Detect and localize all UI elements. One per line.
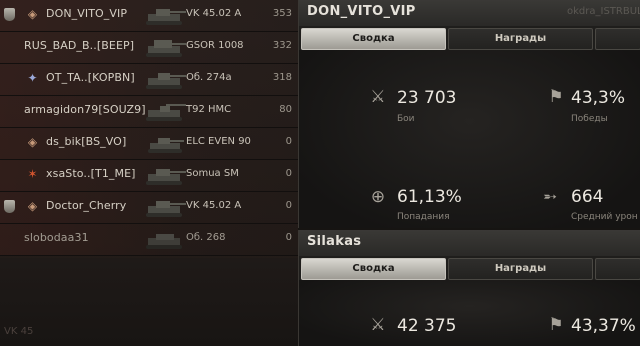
tank-icon	[146, 9, 186, 25]
panel-header: Silakas	[299, 230, 640, 256]
player-name: xsaSto..[T1_ME]	[46, 167, 136, 180]
tank-name: VK 45.02 A	[186, 8, 242, 19]
tank-icon	[146, 73, 186, 89]
battles-label: Бои	[397, 114, 415, 124]
panel-title: DON_VITO_VIP	[307, 4, 416, 19]
damage-value: 664	[571, 187, 604, 207]
roster-row[interactable]: ✦ OT_TA..[KOPBN] Об. 274a 318	[0, 64, 298, 96]
player-stats-panel: Silakas Сводка Награды ⚔ 42 375 ⚑ 43,37%	[298, 230, 640, 346]
player-score: 80	[279, 104, 292, 115]
panel-title: Silakas	[307, 234, 362, 249]
tank-icon	[146, 234, 182, 249]
roster-row[interactable]: ◈ Doctor_Cherry VK 45.02 A 0	[0, 192, 298, 224]
hits-value: 61,13%	[397, 187, 462, 207]
player-score: 0	[285, 200, 292, 211]
hits-label: Попадания	[397, 212, 450, 222]
platoon-shield-icon	[4, 200, 15, 213]
ghost-text: VK 45	[4, 326, 34, 337]
player-name: DON_VITO_VIP	[46, 7, 128, 20]
roster-row[interactable]: RUS_BAD_B..[BEEP] GSOR 1008 332	[0, 32, 298, 64]
tank-name: VK 45.02 A	[186, 200, 242, 211]
roster-row[interactable]: ✶ xsaSto..[T1_ME] Somua SM 0	[0, 160, 298, 192]
player-name: slobodaa31	[24, 231, 89, 244]
tank-name: T92 HMC	[186, 104, 232, 115]
crossed-swords-icon: ⚔	[370, 87, 386, 107]
player-name: RUS_BAD_B..[BEEP]	[24, 39, 135, 52]
roster-row[interactable]: ◈ DON_VITO_VIP VK 45.02 A 353	[0, 0, 298, 32]
diamond-rank-icon: ◈	[27, 135, 38, 149]
tank-name: Об. 268	[186, 232, 226, 243]
tank-icon	[146, 40, 186, 57]
tab-awards[interactable]: Награды	[448, 258, 593, 280]
tab-extra[interactable]	[595, 258, 640, 280]
wins-value: 43,37%	[571, 316, 636, 336]
tank-name: ELC EVEN 90	[186, 136, 251, 147]
tank-name: GSOR 1008	[186, 40, 244, 51]
tab-summary[interactable]: Сводка	[301, 258, 446, 280]
diamond-rank-icon: ◈	[27, 199, 38, 213]
player-name: armagidon79[SOUZ9]	[24, 103, 146, 116]
stats-body: ⚔ 23 703 Бои ⚑ 43,3% Победы ⊕ 61,13% Поп…	[299, 50, 640, 228]
panel-tabs: Сводка Награды	[299, 256, 640, 280]
panel-tabs: Сводка Награды	[299, 26, 640, 50]
ghost-player-name: okdra_ISTRBUL	[567, 6, 640, 17]
wins-label: Победы	[571, 114, 608, 124]
tank-icon	[148, 138, 184, 153]
battles-value: 42 375	[397, 316, 457, 336]
stats-body: ⚔ 42 375 ⚑ 43,37%	[299, 280, 640, 346]
roster-row[interactable]: ◈ ds_bik[BS_VO] ELC EVEN 90 0	[0, 128, 298, 160]
team-roster: ◈ DON_VITO_VIP VK 45.02 A 353 RUS_BAD_B.…	[0, 0, 298, 346]
tank-name: Об. 274a	[186, 72, 232, 83]
tank-icon	[146, 201, 186, 217]
player-name: ds_bik[BS_VO]	[46, 135, 127, 148]
tank-icon	[146, 169, 186, 185]
flag-icon: ⚑	[548, 315, 564, 335]
player-score: 0	[285, 232, 292, 243]
tab-extra[interactable]	[595, 28, 640, 50]
player-score: 353	[272, 8, 292, 19]
player-score: 318	[272, 72, 292, 83]
clan-emblem-icon: ✦	[27, 71, 38, 85]
crossed-swords-icon: ⚔	[370, 315, 386, 335]
diamond-rank-icon: ◈	[27, 7, 38, 21]
player-score: 332	[272, 40, 292, 51]
tank-name: Somua SM	[186, 168, 239, 179]
wins-value: 43,3%	[571, 88, 626, 108]
roster-row[interactable]: armagidon79[SOUZ9] T92 HMC 80	[0, 96, 298, 128]
player-stats-panel: DON_VITO_VIP okdra_ISTRBUL Сводка Наград…	[298, 0, 640, 228]
platoon-shield-icon	[4, 8, 15, 21]
battles-value: 23 703	[397, 88, 457, 108]
shell-icon: ➵	[542, 187, 558, 207]
roster-empty-area	[0, 258, 298, 346]
damage-label: Средний урон	[571, 212, 638, 222]
tab-awards[interactable]: Награды	[448, 28, 593, 50]
player-name: Doctor_Cherry	[46, 199, 127, 212]
player-score: 0	[285, 168, 292, 179]
panel-header: DON_VITO_VIP okdra_ISTRBUL	[299, 0, 640, 26]
tank-icon	[146, 104, 186, 121]
player-name: OT_TA..[KOPBN]	[46, 71, 135, 84]
roster-row[interactable]: slobodaa31 Об. 268 0	[0, 224, 298, 256]
player-score: 0	[285, 136, 292, 147]
tab-summary[interactable]: Сводка	[301, 28, 446, 50]
crosshair-icon: ⊕	[370, 187, 386, 207]
clan-emblem-icon: ✶	[27, 167, 38, 181]
flag-icon: ⚑	[548, 87, 564, 107]
